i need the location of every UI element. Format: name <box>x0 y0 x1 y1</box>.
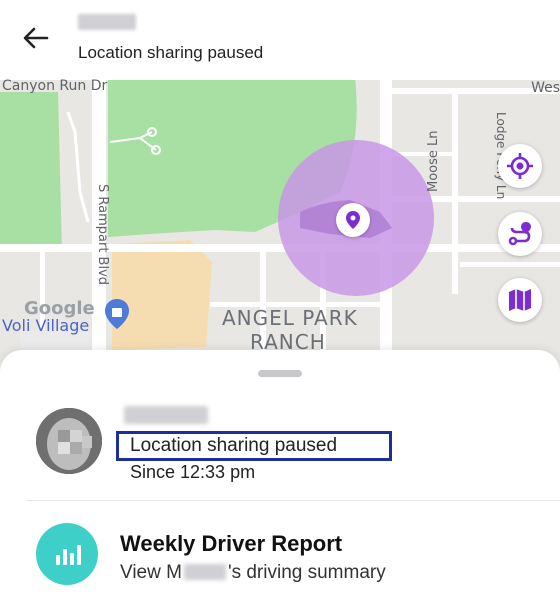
weekly-report-title[interactable]: Weekly Driver Report <box>120 531 342 557</box>
member-name-redacted <box>124 406 208 424</box>
map-label-moose: Moose Ln <box>426 130 441 192</box>
map-label-angel-park: ANGEL PARK RANCH <box>222 306 358 354</box>
map-label-rampart: S Rampart Blvd <box>95 184 110 286</box>
avatar-photo-redacted <box>36 408 102 474</box>
back-button[interactable] <box>18 20 54 56</box>
route-button[interactable] <box>498 212 542 256</box>
avatar[interactable] <box>36 408 102 474</box>
map-label-canyon-run: Canyon Run Dr <box>2 78 108 94</box>
member-status-since: Since 12:33 pm <box>130 462 256 482</box>
locate-button[interactable] <box>498 144 542 188</box>
bottom-sheet: Location sharing paused Since 12:33 pm W… <box>0 350 560 600</box>
member-name-redacted <box>78 14 136 30</box>
sheet-drag-handle[interactable] <box>258 370 302 377</box>
divider <box>26 500 560 501</box>
map-label-village: Voli Village <box>2 316 90 335</box>
bar-chart-icon <box>56 545 81 565</box>
member-location-pin[interactable] <box>336 203 370 237</box>
member-name-redacted <box>183 564 226 580</box>
map-label-west: Wes <box>531 80 560 96</box>
weekly-report-subtitle[interactable]: View M's driving summary <box>120 562 386 584</box>
map-type-button[interactable] <box>498 278 542 322</box>
location-pin-icon <box>346 211 360 229</box>
back-arrow-icon <box>23 27 49 49</box>
map-icon <box>509 289 531 311</box>
map-view[interactable]: Canyon Run Dr Wes S Rampart Blvd Moose L… <box>0 72 560 372</box>
app-header: Location sharing paused <box>0 0 560 72</box>
route-icon <box>508 222 531 246</box>
header-status: Location sharing paused <box>78 43 264 62</box>
target-locate-icon <box>507 153 533 179</box>
poi-bag-icon <box>105 299 129 329</box>
weekly-report-icon-badge[interactable] <box>36 523 98 585</box>
member-status: Location sharing paused <box>130 435 338 456</box>
